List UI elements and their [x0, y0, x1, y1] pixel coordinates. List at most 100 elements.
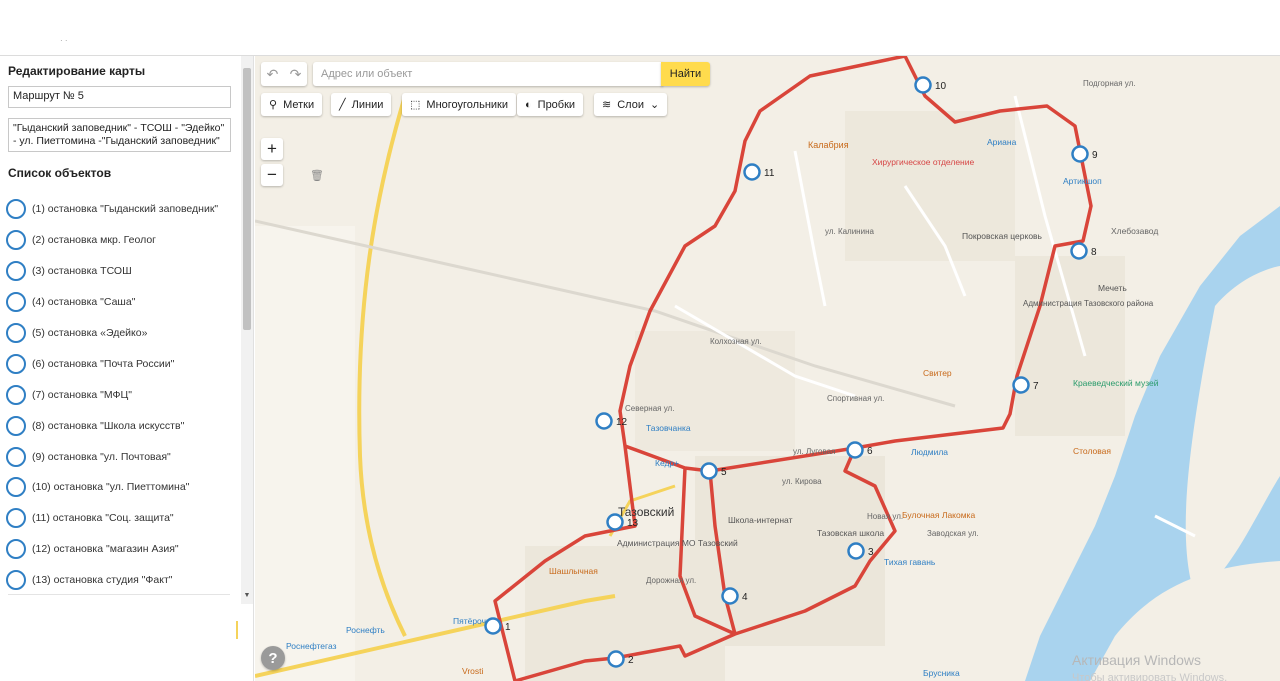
stop-circle-icon	[6, 539, 26, 560]
map-label-district-admin: Администрация Тазовского района	[1023, 299, 1154, 308]
stop-marker-circle[interactable]	[914, 76, 932, 94]
yellow-marker	[236, 621, 238, 639]
map-label-sviter: Свитер	[923, 368, 952, 378]
scrollbar-thumb[interactable]	[243, 68, 251, 330]
stop-marker-circle[interactable]	[484, 617, 502, 635]
top-bar: · ·	[0, 0, 1280, 56]
zoom-out-button[interactable]: −	[261, 164, 283, 186]
stop-list-item[interactable]: (3) остановка ТСОШ	[6, 256, 234, 287]
map-label-st-pochtovaya: Подгорная ул.	[1083, 79, 1135, 88]
map-label-surgery: Хирургическое отделение	[872, 157, 975, 167]
stop-label: (10) остановка "ул. Пиеттомина"	[32, 481, 190, 494]
map-label-rosneft: Роснефть	[346, 625, 385, 635]
list-divider	[8, 594, 230, 595]
map-label-vrosti: Vrosti	[462, 666, 484, 676]
map-label-bulochnaya: Булочная Лакомка	[902, 510, 975, 520]
top-bar-dots: · ·	[60, 36, 68, 45]
stop-marker-circle[interactable]	[607, 650, 625, 668]
stop-marker-circle[interactable]	[595, 412, 613, 430]
map-label-kedr: Кедр+	[655, 458, 679, 468]
stop-list-item[interactable]: (6) остановка "Почта России"	[6, 348, 234, 379]
stop-circle-icon	[6, 415, 26, 436]
stop-marker-circle[interactable]	[743, 163, 761, 181]
stop-marker-circle[interactable]	[847, 542, 865, 560]
stop-list-item[interactable]: (9) остановка "ул. Почтовая"	[6, 441, 234, 472]
map-svg[interactable]: Тазовский Калабрия Хирургическое отделение…	[255, 56, 1280, 681]
polygons-label: Многоугольники	[426, 98, 508, 111]
search-button[interactable]: Найти	[661, 62, 710, 86]
placemark-icon: ⚲	[269, 99, 278, 111]
stop-circle-icon	[6, 292, 26, 313]
map-editor-sidebar: Редактирование карты Маршрут № 5 "Гыданс…	[0, 56, 254, 681]
stop-marker-number: 7	[1033, 381, 1039, 392]
stop-marker-circle[interactable]	[721, 587, 739, 605]
stop-list-item[interactable]: (2) остановка мкр. Геолог	[6, 225, 234, 256]
map-label-church: Покровская церковь	[962, 231, 1043, 241]
stop-circle-icon	[6, 477, 26, 498]
lines-tool-button[interactable]: ╱ Линии	[331, 93, 392, 116]
stop-circle-icon	[6, 199, 26, 220]
layers-icon: ≋	[602, 99, 612, 111]
route-stop-marker[interactable]: 11	[743, 163, 775, 181]
stop-circle-icon	[6, 446, 26, 467]
traffic-button[interactable]: ◐ Пробки	[517, 93, 584, 116]
route-stop-marker[interactable]: 10	[914, 76, 947, 94]
layers-label: Слои	[617, 98, 644, 111]
windows-activation-watermark: Активация Windows	[1072, 652, 1202, 668]
map-label-ariana: Ариана	[987, 137, 1017, 147]
map-label-st-lugovaya: ул. Луговая	[793, 447, 835, 456]
stop-list-item[interactable]: (4) остановка "Саша"	[6, 287, 234, 318]
map-label-boarding-school: Школа-интернат	[728, 515, 793, 525]
stop-marker-number: 5	[721, 467, 727, 478]
stop-list-item[interactable]: (11) остановка "Соц. защита"	[6, 503, 234, 534]
stop-circle-icon	[6, 261, 26, 282]
stop-marker-circle[interactable]	[700, 462, 718, 480]
redo-icon[interactable]: ↷	[284, 66, 307, 83]
stop-marker-circle[interactable]	[1070, 242, 1088, 260]
scroll-down-arrow-icon[interactable]: ▼	[242, 592, 252, 602]
map-label-st-zavodskaya: Заводская ул.	[927, 529, 979, 538]
stop-circle-icon	[6, 384, 26, 405]
stop-circle-icon	[6, 570, 26, 591]
route-stop-marker[interactable]: 12	[595, 412, 628, 430]
lines-label: Линии	[351, 98, 384, 111]
route-stop-marker[interactable]: 1	[484, 617, 512, 635]
help-button[interactable]: ?	[261, 646, 285, 670]
stop-label: (3) остановка ТСОШ	[32, 265, 132, 278]
layers-button[interactable]: ≋ Слои ⌄	[594, 93, 668, 116]
stop-list-item[interactable]: (8) остановка "Школа искусств"	[6, 410, 234, 441]
map-label-mosque: Мечеть	[1098, 283, 1127, 293]
stop-marker-circle[interactable]	[606, 513, 624, 531]
map-label-st-severnaya: Северная ул.	[625, 404, 674, 413]
stop-list-item[interactable]: (10) остановка "ул. Пиеттомина"	[6, 472, 234, 503]
stop-list-item[interactable]: (7) остановка "МФЦ"	[6, 379, 234, 410]
sidebar-scrollbar[interactable]: ▼	[241, 56, 253, 604]
trash-icon[interactable]: 🗑	[310, 168, 324, 182]
undo-icon[interactable]: ↶	[261, 66, 284, 83]
map-label-st-sportivnaya: Спортивная ул.	[827, 394, 884, 403]
map-canvas[interactable]: Тазовский Калабрия Хирургическое отделение…	[255, 56, 1280, 681]
route-stop-marker[interactable]: 9	[1071, 145, 1099, 163]
stop-list-item[interactable]: (12) остановка "магазин Азия"	[6, 534, 234, 565]
stop-marker-circle[interactable]	[846, 441, 864, 459]
route-stop-marker[interactable]: 8	[1070, 242, 1098, 260]
polygons-tool-button[interactable]: ⬚ Многоугольники	[402, 93, 516, 116]
stop-label: (6) остановка "Почта России"	[32, 357, 175, 370]
stop-marker-number: 11	[764, 168, 775, 179]
stop-marker-number: 8	[1091, 247, 1097, 258]
stop-marker-circle[interactable]	[1071, 145, 1089, 163]
stop-marker-circle[interactable]	[1012, 376, 1030, 394]
zoom-in-button[interactable]: +	[261, 138, 283, 160]
stop-list-item[interactable]: (1) остановка "Гыданский заповедник"	[6, 194, 234, 225]
traffic-icon: ◐	[525, 98, 532, 111]
map-label-mo-admin: Администрация МО Тазовский	[617, 538, 738, 548]
stop-label: (7) остановка "МФЦ"	[32, 388, 133, 401]
stop-list-item[interactable]: (13) остановка студия "Факт"	[6, 565, 234, 596]
search-input[interactable]: Адрес или объект	[313, 62, 663, 86]
objects-list-title: Список объектов	[8, 166, 112, 180]
route-name-field[interactable]: Маршрут № 5	[8, 86, 231, 108]
sidebar-title: Редактирование карты	[8, 64, 146, 78]
stop-list-item[interactable]: (5) остановка «Эдейко»	[6, 318, 234, 349]
marks-tool-button[interactable]: ⚲ Метки	[261, 93, 323, 116]
route-description-field[interactable]: "Гыданский заповедник" - ТСОШ - "Эдейко"…	[8, 118, 231, 152]
